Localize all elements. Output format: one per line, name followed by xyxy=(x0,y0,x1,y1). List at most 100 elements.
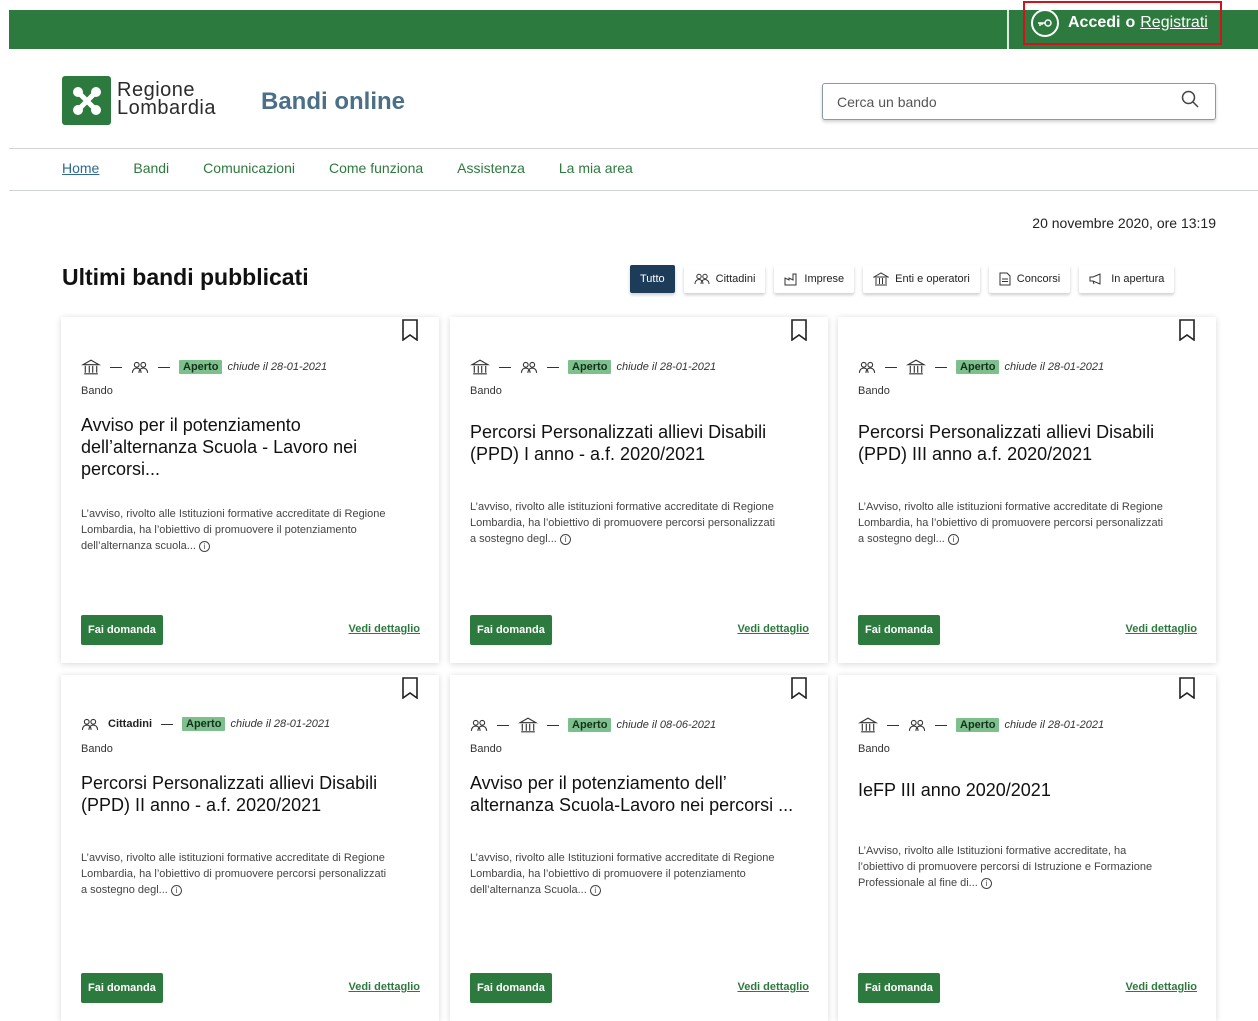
info-icon[interactable]: i xyxy=(589,885,601,896)
card-type: Bando xyxy=(858,743,890,755)
people-icon xyxy=(694,273,710,285)
people-icon xyxy=(470,719,488,732)
filter-cittadini[interactable]: Cittadini xyxy=(683,265,766,293)
info-icon[interactable]: i xyxy=(559,534,571,545)
nav-bandi[interactable]: Bandi xyxy=(133,160,169,176)
filter-in-apertura[interactable]: In apertura xyxy=(1079,265,1175,293)
bookmark-icon[interactable] xyxy=(790,677,808,704)
card-description: L’avviso, rivolto alle Istituzioni forma… xyxy=(81,506,391,554)
people-icon xyxy=(520,361,538,374)
meta-separator xyxy=(110,366,122,368)
search-input[interactable] xyxy=(835,92,1181,111)
people-icon xyxy=(858,361,876,374)
closes-date: 28-01-2021 xyxy=(659,361,717,373)
closes-date: 28-01-2021 xyxy=(1047,719,1105,731)
bando-card[interactable]: Aperto chiude il 28-01-2021 Bando Percorsi … xyxy=(450,317,828,663)
detail-link[interactable]: Vedi dettaglio xyxy=(348,623,420,635)
nav-divider xyxy=(9,190,1258,191)
detail-link[interactable]: Vedi dettaglio xyxy=(1125,981,1197,993)
closes-prefix: chiude il xyxy=(230,718,271,730)
building-icon xyxy=(858,717,878,733)
building-icon xyxy=(81,359,101,375)
filter-label: Imprese xyxy=(804,273,845,285)
apply-button[interactable]: Fai domanda xyxy=(81,973,163,1003)
register-link[interactable]: Registrati xyxy=(1140,14,1208,32)
card-meta: Aperto chiude il 28-01-2021 xyxy=(858,359,1104,375)
card-title[interactable]: Percorsi Personalizzati allievi Disabili… xyxy=(858,421,1198,465)
detail-link[interactable]: Vedi dettaglio xyxy=(737,981,809,993)
document-icon xyxy=(999,272,1011,286)
brand-name: Regione Lombardia xyxy=(117,80,216,118)
building-icon xyxy=(470,359,490,375)
bando-card[interactable]: Aperto chiude il 08-06-2021 Bando Avviso pe… xyxy=(450,675,828,1021)
card-description: L’avviso, rivolto alle Istituzioni forma… xyxy=(470,850,780,898)
regione-lombardia-logo[interactable] xyxy=(62,76,111,125)
bookmark-icon[interactable] xyxy=(1178,677,1196,704)
card-description-text: L’Avviso, rivolto alle Istituzioni forma… xyxy=(858,845,1153,889)
login-area[interactable]: Accedi o Registrati xyxy=(1023,1,1222,45)
bando-card[interactable]: Aperto chiude il 28-01-2021 Bando Percorsi … xyxy=(838,317,1216,663)
card-type: Bando xyxy=(81,385,113,397)
card-type: Bando xyxy=(470,743,502,755)
bookmark-icon[interactable] xyxy=(1178,319,1196,346)
apply-button[interactable]: Fai domanda xyxy=(470,973,552,1003)
building-icon xyxy=(873,272,890,286)
meta-separator xyxy=(499,366,511,368)
card-title[interactable]: IeFP III anno 2020/2021 xyxy=(858,779,1198,801)
login-link[interactable]: Accedi xyxy=(1068,14,1120,32)
nav-home[interactable]: Home xyxy=(62,160,99,176)
apply-button[interactable]: Fai domanda xyxy=(858,973,940,1003)
top-bar-separator xyxy=(1007,10,1009,49)
apply-button[interactable]: Fai domanda xyxy=(81,615,163,645)
card-description-text: L’avviso, rivolto alle Istituzioni forma… xyxy=(81,508,386,552)
card-description: L’Avviso, rivolto alle istituzioni forma… xyxy=(858,499,1168,547)
main-nav: Home Bandi Comunicazioni Come funziona A… xyxy=(62,160,667,176)
current-date: 20 novembre 2020, ore 13:19 xyxy=(1032,215,1216,231)
bando-card[interactable]: Cittadini Aperto chiude il 28-01-2021 Bando… xyxy=(61,675,439,1021)
info-icon[interactable]: i xyxy=(947,534,959,545)
apply-button[interactable]: Fai domanda xyxy=(858,615,940,645)
status-badge: Aperto xyxy=(182,717,226,731)
nav-assistenza[interactable]: Assistenza xyxy=(457,160,525,176)
detail-link[interactable]: Vedi dettaglio xyxy=(1125,623,1197,635)
filter-label: Enti e operatori xyxy=(895,273,970,285)
apply-button[interactable]: Fai domanda xyxy=(470,615,552,645)
bookmark-icon[interactable] xyxy=(401,319,419,346)
search-icon[interactable] xyxy=(1181,90,1199,113)
bookmark-icon[interactable] xyxy=(790,319,808,346)
status-badge: Aperto xyxy=(179,360,223,374)
card-meta: Aperto chiude il 28-01-2021 xyxy=(470,359,716,375)
card-title[interactable]: Avviso per il potenziamento dell’ altern… xyxy=(470,772,810,816)
filter-enti[interactable]: Enti e operatori xyxy=(863,265,980,293)
detail-link[interactable]: Vedi dettaglio xyxy=(348,981,420,993)
filter-label: In apertura xyxy=(1111,273,1165,285)
people-icon xyxy=(131,361,149,374)
card-description: L’avviso, rivolto alle istituzioni forma… xyxy=(81,850,391,898)
category-label: Cittadini xyxy=(108,718,152,730)
nav-comunicazioni[interactable]: Comunicazioni xyxy=(203,160,295,176)
card-title[interactable]: Percorsi Personalizzati allievi Disabili… xyxy=(81,772,421,816)
filter-tutto[interactable]: Tutto xyxy=(630,265,675,293)
card-type: Bando xyxy=(470,385,502,397)
meta-separator xyxy=(161,723,173,725)
filter-imprese[interactable]: Imprese xyxy=(774,265,855,293)
status-badge: Aperto xyxy=(568,718,612,732)
info-icon[interactable]: i xyxy=(198,541,210,552)
bando-card[interactable]: Aperto chiude il 28-01-2021 Bando Avviso pe… xyxy=(61,317,439,663)
bookmark-icon[interactable] xyxy=(401,677,419,704)
meta-separator xyxy=(885,366,897,368)
filter-bar: Tutto Cittadini Imprese Enti e operatori… xyxy=(630,265,1175,293)
search-box[interactable] xyxy=(822,83,1216,120)
nav-come-funziona[interactable]: Come funziona xyxy=(329,160,423,176)
detail-link[interactable]: Vedi dettaglio xyxy=(737,623,809,635)
card-title[interactable]: Avviso per il potenziamento dell’alterna… xyxy=(81,414,421,480)
info-icon[interactable]: i xyxy=(170,885,182,896)
meta-separator xyxy=(547,366,559,368)
bando-card[interactable]: Aperto chiude il 28-01-2021 Bando IeFP III … xyxy=(838,675,1216,1021)
info-icon[interactable]: i xyxy=(980,878,992,889)
nav-la-mia-area[interactable]: La mia area xyxy=(559,160,633,176)
filter-concorsi[interactable]: Concorsi xyxy=(988,265,1071,293)
site-title[interactable]: Bandi online xyxy=(261,88,405,116)
people-icon xyxy=(908,719,926,732)
card-title[interactable]: Percorsi Personalizzati allievi Disabili… xyxy=(470,421,810,465)
